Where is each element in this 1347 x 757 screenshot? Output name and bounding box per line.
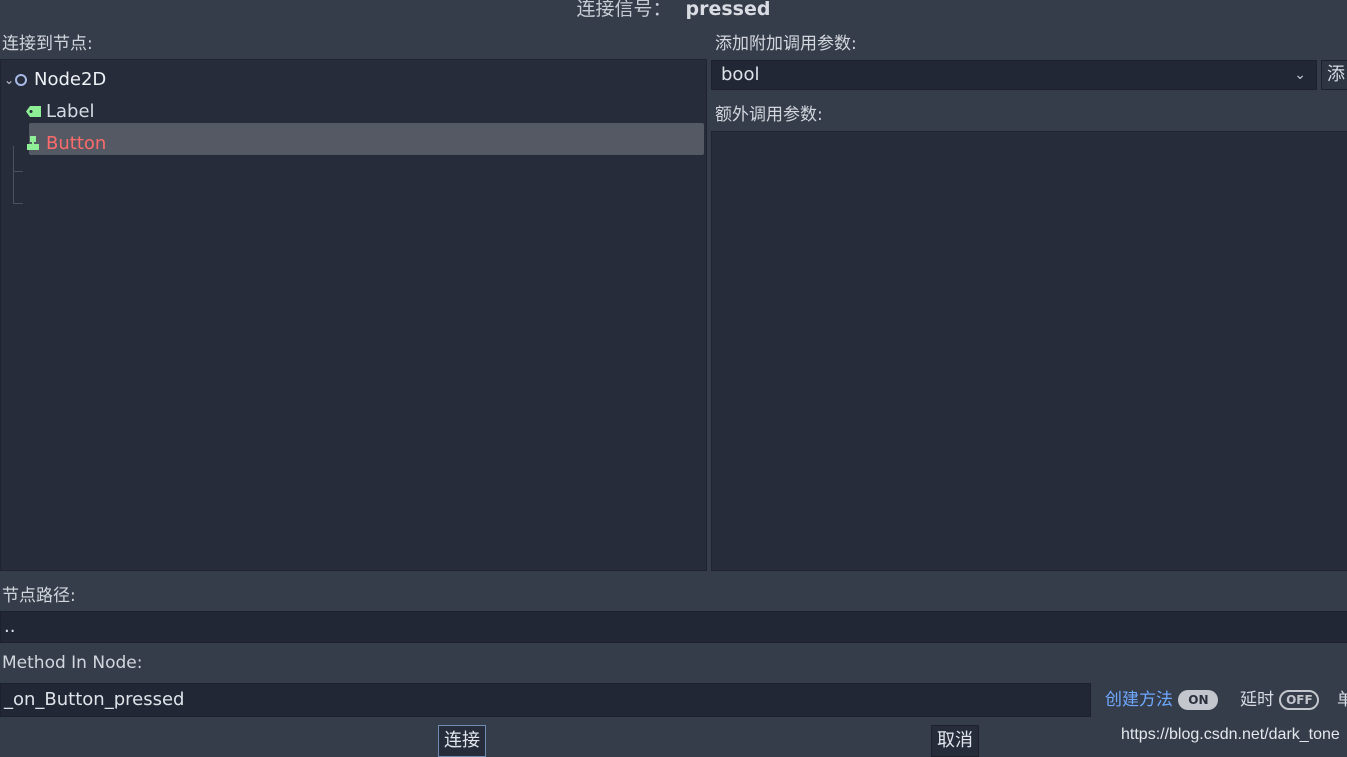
cancel-button-label: 取消 xyxy=(937,730,973,751)
method-name-input[interactable]: _on_Button_pressed xyxy=(0,683,1091,717)
tree-item-label: Node2D xyxy=(34,69,107,90)
add-extra-args-label: 添加附加调用参数: xyxy=(715,34,857,54)
chevron-down-icon: ⌄ xyxy=(1294,67,1306,83)
method-in-node-label: Method In Node: xyxy=(2,653,143,673)
method-name-value: _on_Button_pressed xyxy=(4,689,185,710)
tree-item-label: Label xyxy=(46,101,95,122)
deferred-toggle[interactable]: 延时 OFF xyxy=(1240,688,1320,712)
oneshot-label: 单 xyxy=(1337,690,1347,710)
extra-args-list[interactable] xyxy=(711,131,1347,571)
node-path-value: .. xyxy=(4,616,16,637)
node-path-label: 节点路径: xyxy=(2,586,76,606)
add-arg-button[interactable]: 添 xyxy=(1321,60,1347,90)
dialog-title-label: 连接信号： xyxy=(576,0,672,20)
deferred-label: 延时 xyxy=(1240,690,1274,710)
arg-type-select[interactable]: bool ⌄ xyxy=(711,60,1317,90)
label-tag-icon xyxy=(26,106,41,117)
add-arg-button-label: 添 xyxy=(1327,64,1345,85)
toggle-off-icon: OFF xyxy=(1279,690,1320,710)
tree-item-label: Button xyxy=(46,133,107,154)
create-method-label: 创建方法 xyxy=(1105,690,1173,710)
signal-name: pressed xyxy=(685,0,771,20)
chevron-down-icon[interactable]: ⌄ xyxy=(4,64,14,96)
node-path-input[interactable]: .. xyxy=(0,611,1347,643)
create-method-toggle[interactable]: 创建方法 ON xyxy=(1105,688,1219,712)
dialog-title: 连接信号： pressed xyxy=(0,0,1347,22)
arg-type-value: bool xyxy=(721,64,760,85)
toggle-on-icon: ON xyxy=(1178,690,1219,710)
connect-to-node-label: 连接到节点: xyxy=(2,34,93,54)
scene-tree-panel[interactable]: ⌄ Node2D Label Button xyxy=(0,59,707,571)
tree-item-label-node[interactable]: Label xyxy=(1,96,701,128)
tree-connector-line xyxy=(13,203,23,204)
connect-button[interactable]: 连接 xyxy=(438,725,486,757)
button-icon xyxy=(27,136,39,150)
tree-item-node2d[interactable]: ⌄ Node2D xyxy=(1,64,701,96)
extra-args-label: 额外调用参数: xyxy=(715,105,823,125)
watermark-text: https://blog.csdn.net/dark_tone xyxy=(1121,726,1340,743)
cancel-button[interactable]: 取消 xyxy=(931,725,979,757)
oneshot-toggle[interactable]: 单 xyxy=(1337,688,1347,712)
tree-item-button-node[interactable]: Button xyxy=(1,128,701,160)
connect-button-label: 连接 xyxy=(444,730,480,751)
tree-connector-line xyxy=(13,171,23,172)
circle-icon xyxy=(15,74,27,86)
